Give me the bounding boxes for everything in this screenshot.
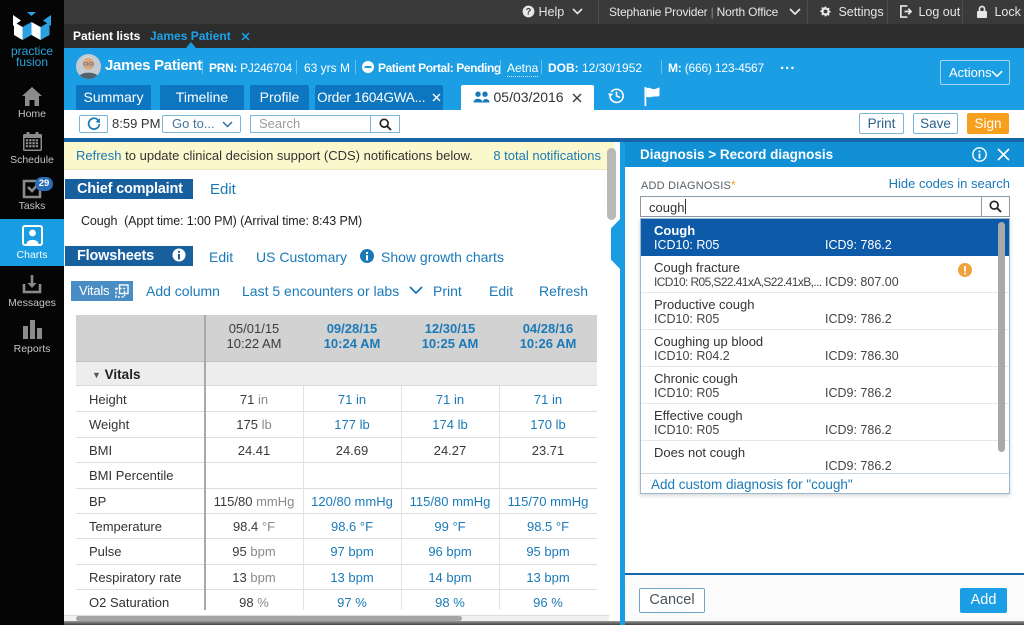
svg-text:?: ?	[526, 7, 532, 17]
